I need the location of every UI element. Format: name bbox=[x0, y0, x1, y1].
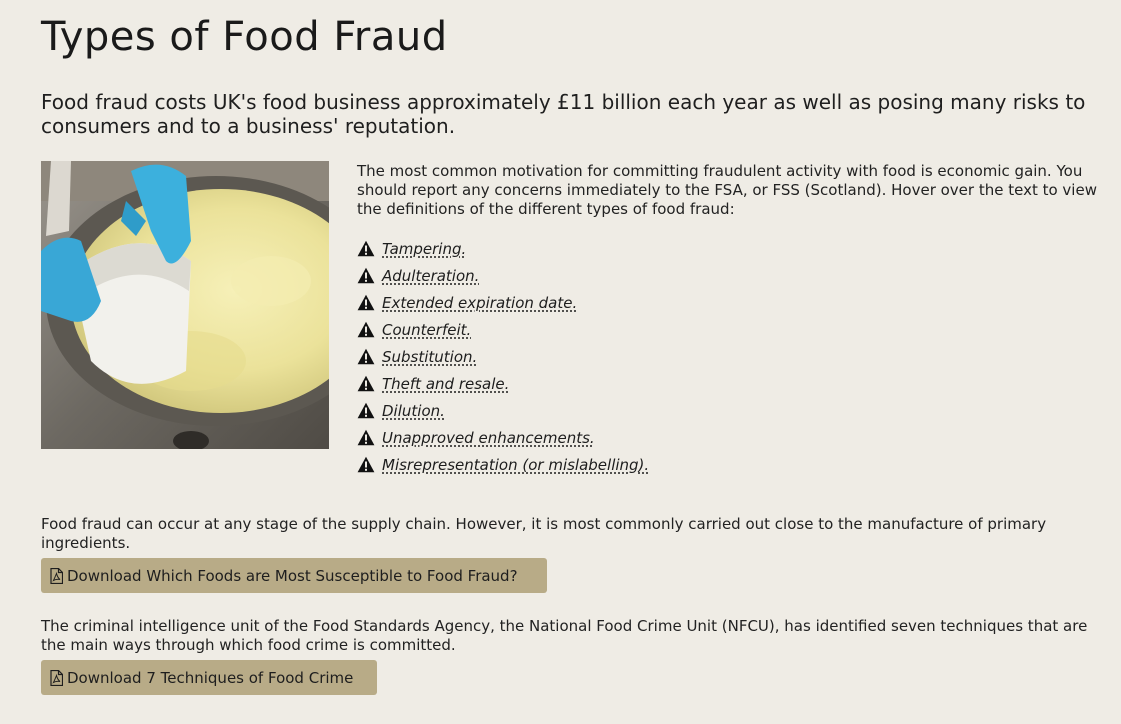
fraud-type-label[interactable]: Tampering. bbox=[382, 240, 466, 258]
warning-icon bbox=[357, 348, 375, 365]
fraud-type-item[interactable]: Adulteration. bbox=[357, 262, 649, 289]
fraud-type-item[interactable]: Unapproved enhancements. bbox=[357, 424, 649, 451]
lead-paragraph: Food fraud costs UK's food business appr… bbox=[41, 90, 1086, 138]
warning-icon bbox=[357, 321, 375, 338]
page-title: Types of Food Fraud bbox=[41, 14, 448, 60]
pdf-file-icon bbox=[50, 567, 63, 584]
download-susceptible-foods-label: Download Which Foods are Most Susceptibl… bbox=[67, 566, 518, 585]
warning-icon bbox=[357, 240, 375, 257]
fraud-type-item[interactable]: Extended expiration date. bbox=[357, 289, 649, 316]
fraud-type-label[interactable]: Dilution. bbox=[382, 402, 445, 420]
fraud-type-label[interactable]: Misrepresentation (or mislabelling). bbox=[382, 456, 649, 474]
fraud-type-item[interactable]: Dilution. bbox=[357, 397, 649, 424]
fraud-type-item[interactable]: Misrepresentation (or mislabelling). bbox=[357, 451, 649, 478]
intro-paragraph: The most common motivation for committin… bbox=[357, 162, 1097, 218]
download-techniques-button[interactable]: Download 7 Techniques of Food Crime bbox=[41, 660, 377, 695]
warning-icon bbox=[357, 429, 375, 446]
cheese-curd-vat-photo bbox=[41, 161, 329, 449]
fraud-types-list: Tampering. Adulteration. Extended expira… bbox=[357, 235, 649, 478]
warning-icon bbox=[357, 267, 375, 284]
nfcu-paragraph: The criminal intelligence unit of the Fo… bbox=[41, 617, 1088, 654]
warning-icon bbox=[357, 294, 375, 311]
supply-chain-paragraph: Food fraud can occur at any stage of the… bbox=[41, 515, 1047, 552]
fraud-type-label[interactable]: Unapproved enhancements. bbox=[382, 429, 595, 447]
warning-icon bbox=[357, 375, 375, 392]
pdf-file-icon bbox=[50, 669, 63, 686]
page: Types of Food Fraud Food fraud costs UK'… bbox=[0, 0, 1121, 724]
fraud-type-label[interactable]: Extended expiration date. bbox=[382, 294, 577, 312]
download-techniques-label: Download 7 Techniques of Food Crime bbox=[67, 668, 354, 687]
fraud-type-label[interactable]: Counterfeit. bbox=[382, 321, 471, 339]
warning-icon bbox=[357, 402, 375, 419]
fraud-type-label[interactable]: Substitution. bbox=[382, 348, 477, 366]
download-susceptible-foods-button[interactable]: Download Which Foods are Most Susceptibl… bbox=[41, 558, 547, 593]
fraud-type-label[interactable]: Adulteration. bbox=[382, 267, 479, 285]
warning-icon bbox=[357, 456, 375, 473]
fraud-type-item[interactable]: Theft and resale. bbox=[357, 370, 649, 397]
fraud-type-item[interactable]: Substitution. bbox=[357, 343, 649, 370]
cheese-vat-image bbox=[41, 161, 329, 449]
fraud-type-label[interactable]: Theft and resale. bbox=[382, 375, 509, 393]
fraud-type-item[interactable]: Counterfeit. bbox=[357, 316, 649, 343]
fraud-type-item[interactable]: Tampering. bbox=[357, 235, 649, 262]
